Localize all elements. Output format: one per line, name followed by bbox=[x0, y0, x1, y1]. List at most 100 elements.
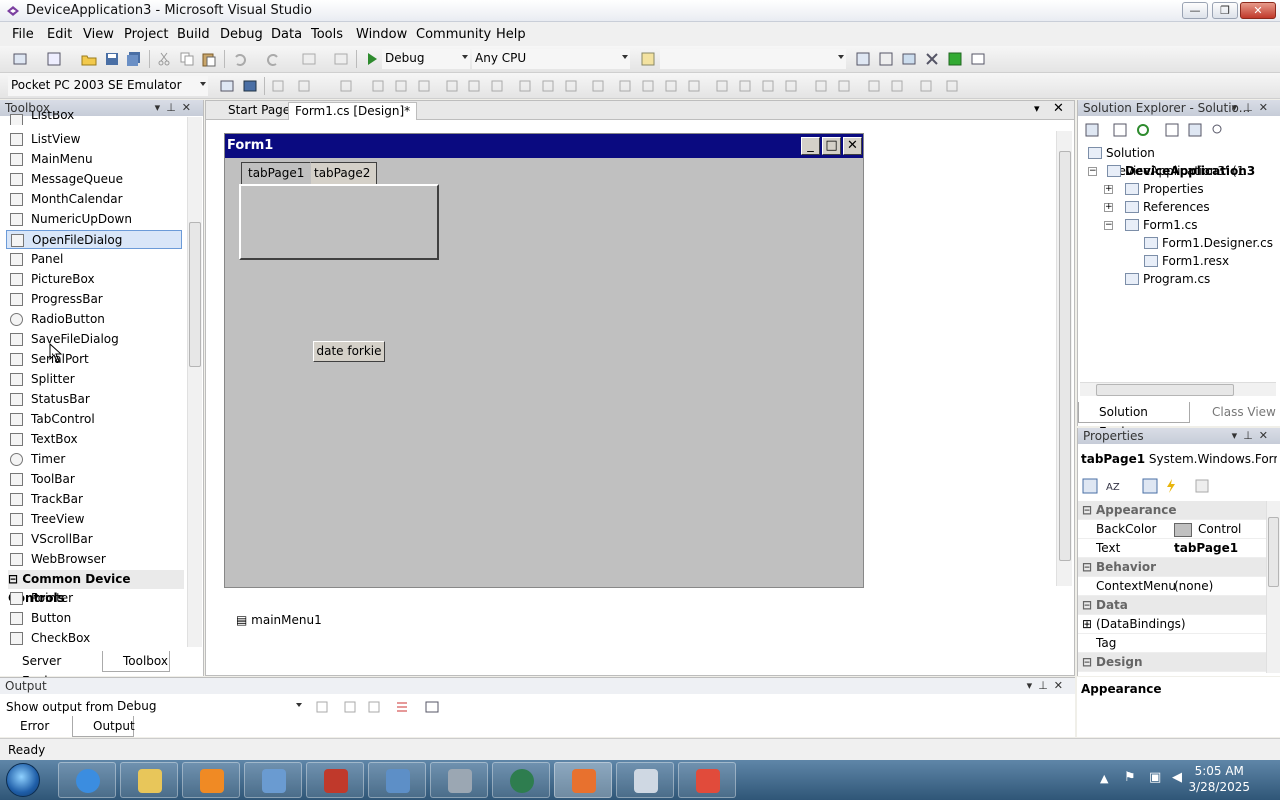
toolbox-item-toolbar[interactable]: ToolBar bbox=[6, 470, 182, 489]
make-same-height-icon[interactable] bbox=[489, 78, 505, 94]
tree-form1-resx[interactable]: Form1.resx bbox=[1142, 252, 1229, 270]
dropdown-icon[interactable]: ▾ bbox=[1232, 429, 1244, 442]
menu-file[interactable]: File bbox=[12, 27, 34, 42]
taskbar-device-emulator[interactable] bbox=[616, 762, 674, 798]
order-icon[interactable] bbox=[944, 78, 960, 94]
horizontal-spacing-icon[interactable] bbox=[563, 78, 579, 94]
menu-view[interactable]: View bbox=[83, 27, 114, 42]
toolbox-item-treeview[interactable]: TreeView bbox=[6, 510, 182, 529]
toolbox-item-messagequeue[interactable]: MessageQueue bbox=[6, 170, 182, 189]
form-minimize-button[interactable]: _ bbox=[801, 137, 820, 155]
pin-icon[interactable]: ⊥ bbox=[1243, 101, 1259, 114]
object-browser-icon[interactable] bbox=[901, 51, 917, 67]
next-message-icon[interactable] bbox=[366, 699, 382, 715]
prop-category-appearance[interactable]: ⊟ Appearance bbox=[1078, 501, 1266, 520]
form-tab-page2[interactable]: tabPage2 bbox=[307, 162, 378, 184]
toolbox-item-panel[interactable]: Panel bbox=[6, 250, 182, 269]
toolbox-item-button[interactable]: Button bbox=[6, 609, 182, 628]
dropdown-icon[interactable]: ▾ bbox=[1027, 679, 1039, 692]
find-in-files-icon[interactable] bbox=[640, 51, 656, 67]
solution-hscroll-thumb[interactable] bbox=[1096, 384, 1234, 396]
close-icon[interactable]: ✕ bbox=[1259, 429, 1274, 442]
toolbox-item-progressbar[interactable]: ProgressBar bbox=[6, 290, 182, 309]
dropdown-icon[interactable]: ▾ bbox=[1232, 101, 1244, 114]
prop-category-data[interactable]: ⊟ Data bbox=[1078, 596, 1266, 615]
tab-solution-explorer[interactable]: Solution Explorer bbox=[1078, 402, 1190, 439]
refresh-icon[interactable] bbox=[1135, 122, 1151, 138]
tab-server-explorer[interactable]: Server Explorer bbox=[2, 651, 100, 688]
tab-class-view[interactable]: Class View bbox=[1192, 402, 1278, 423]
menu-build[interactable]: Build bbox=[177, 27, 210, 42]
action-center-icon[interactable]: ⚑ bbox=[1124, 770, 1136, 785]
vertical-spacing-icon[interactable] bbox=[590, 78, 606, 94]
network-tray-icon[interactable]: ▣ bbox=[1149, 770, 1161, 785]
make-same-width-icon[interactable] bbox=[466, 78, 482, 94]
center-vertically-icon[interactable] bbox=[640, 78, 656, 94]
solution-explorer-icon[interactable] bbox=[855, 51, 871, 67]
target-device-dropdown[interactable]: Pocket PC 2003 SE Emulator bbox=[8, 76, 208, 96]
object-selector-dropdown[interactable]: tabPage1 System.Windows.Forms bbox=[1081, 452, 1277, 470]
toolbox-item-trackbar[interactable]: TrackBar bbox=[6, 490, 182, 509]
start-button[interactable] bbox=[6, 763, 40, 797]
properties-scroll-thumb[interactable] bbox=[1268, 517, 1279, 587]
bring-to-front-icon[interactable] bbox=[663, 78, 679, 94]
copy-icon[interactable] bbox=[179, 51, 195, 67]
view-designer-icon[interactable] bbox=[1187, 122, 1203, 138]
tree-project[interactable]: DeviceApplication3 bbox=[1105, 162, 1255, 180]
center-horizontally-icon[interactable] bbox=[617, 78, 633, 94]
active-files-dropdown-icon[interactable]: ▾ bbox=[1034, 102, 1040, 115]
grid-icon[interactable] bbox=[783, 78, 799, 94]
toolbox-item-mainmenu[interactable]: MainMenu bbox=[6, 150, 182, 169]
prop-category-behavior[interactable]: ⊟ Behavior bbox=[1078, 558, 1266, 577]
collapse-icon[interactable]: − bbox=[1088, 167, 1097, 176]
taskbar-toolbox-app[interactable] bbox=[306, 762, 364, 798]
group-icon[interactable] bbox=[866, 78, 882, 94]
collapse-icon[interactable]: − bbox=[1104, 221, 1113, 230]
taskbar-globe[interactable] bbox=[492, 762, 550, 798]
properties-window-icon[interactable] bbox=[878, 51, 894, 67]
form-maximize-button[interactable]: □ bbox=[822, 137, 841, 155]
toolbox-item-checkbox[interactable]: CheckBox bbox=[6, 629, 182, 648]
pin-icon[interactable]: ⊥ bbox=[1243, 429, 1259, 442]
close-icon[interactable]: ✕ bbox=[1259, 101, 1274, 114]
toolbox-item-timer[interactable]: Timer bbox=[6, 450, 182, 469]
toolbox-item-vscrollbar[interactable]: VScrollBar bbox=[6, 530, 182, 549]
start-page-icon[interactable] bbox=[947, 51, 963, 67]
open-file-icon[interactable] bbox=[81, 51, 97, 67]
component-tray-mainmenu[interactable]: ▤ mainMenu1 bbox=[236, 613, 322, 627]
tab-start-page[interactable]: Start Page bbox=[222, 102, 296, 120]
prop-row-tag[interactable]: Tag bbox=[1078, 634, 1266, 653]
navigate-back-icon[interactable] bbox=[301, 51, 317, 67]
tree-references[interactable]: References bbox=[1123, 198, 1210, 216]
view-class-diagram-icon[interactable] bbox=[1210, 122, 1226, 138]
taskbar-network[interactable] bbox=[368, 762, 426, 798]
menu-tools[interactable]: Tools bbox=[311, 27, 343, 42]
restore-button[interactable]: ❐ bbox=[1212, 2, 1238, 19]
toolbox-item-monthcalendar[interactable]: MonthCalendar bbox=[6, 190, 182, 209]
pin-icon[interactable]: ⊥ bbox=[1038, 679, 1054, 692]
volume-icon[interactable]: ◀ bbox=[1172, 770, 1182, 785]
start-debugging-icon[interactable] bbox=[364, 51, 380, 67]
prop-row-backcolor[interactable]: BackColor Control bbox=[1078, 520, 1266, 539]
taskbar-internet-explorer[interactable] bbox=[58, 762, 116, 798]
toolbox-item-pointer[interactable]: Pointer bbox=[6, 589, 182, 608]
designer-scrollbar[interactable] bbox=[1056, 131, 1072, 586]
align-middles-icon[interactable] bbox=[416, 78, 432, 94]
align-bottoms-icon[interactable] bbox=[444, 78, 460, 94]
toolbox-item-openfiledialog[interactable]: OpenFileDialog bbox=[6, 230, 182, 249]
toolbox-item-listbox[interactable]: ListBox bbox=[6, 111, 182, 125]
form-tab-page1[interactable]: tabPage1 bbox=[241, 162, 312, 184]
menu-debug[interactable]: Debug bbox=[220, 27, 263, 42]
taskbar-remote-desktop[interactable] bbox=[244, 762, 302, 798]
tab-control[interactable]: tabPage1 tabPage2 bbox=[239, 160, 439, 261]
previous-message-icon[interactable] bbox=[342, 699, 358, 715]
view-code-icon[interactable] bbox=[1164, 122, 1180, 138]
alphabetical-icon[interactable]: AZ bbox=[1105, 478, 1121, 494]
taskbar-editor[interactable] bbox=[430, 762, 488, 798]
align-lefts-icon[interactable] bbox=[296, 78, 312, 94]
form1-designer[interactable]: Form1 _ □ ✕ tabPage1 tabPage2 date forki… bbox=[224, 133, 864, 588]
send-to-back-icon[interactable] bbox=[686, 78, 702, 94]
minimize-button[interactable]: — bbox=[1182, 2, 1208, 19]
layout-icon[interactable] bbox=[760, 78, 776, 94]
find-message-icon[interactable] bbox=[314, 699, 330, 715]
